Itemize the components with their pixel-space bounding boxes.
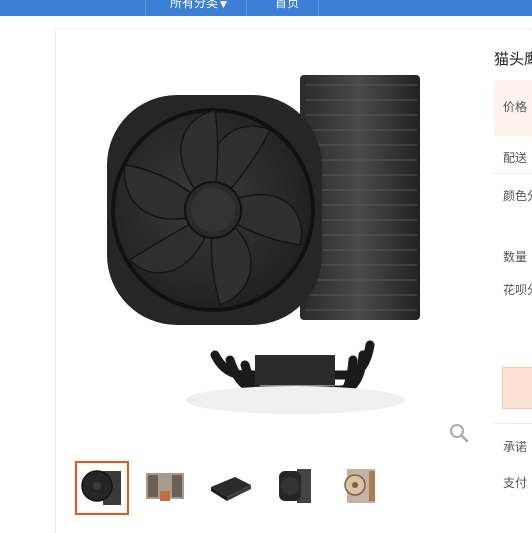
nav-divider [246,0,247,16]
all-categories-menu[interactable]: 所有分类 ▼ [170,0,227,12]
thumbnail-1[interactable] [75,461,129,515]
product-title: 猫头鹰 [494,50,532,68]
zoom-icon[interactable] [449,423,469,443]
thumbnail-2[interactable] [140,461,190,511]
divider [494,423,532,424]
promise-label: 承诺 [503,440,528,454]
thumbnail-image [81,470,121,505]
nav-divider [145,0,146,16]
nav-divider [318,0,319,16]
thumbnail-image [279,469,311,503]
color-label: 颜色分 [503,189,532,203]
thumbnail-image [211,477,251,501]
top-nav-bar: 所有分类 ▼ 首页 [0,0,532,16]
content-top-border [55,28,532,29]
thumbnail-4[interactable] [270,461,320,511]
quantity-label: 数量 [503,250,528,264]
thumbnail-image [146,473,184,501]
chevron-down-icon: ▼ [220,0,227,10]
payment-label: 支付 [503,476,528,490]
home-link[interactable]: 首页 [275,0,299,10]
product-main-image [107,75,420,414]
thumbnail-3[interactable] [205,461,255,511]
all-categories-label: 所有分类 [170,0,219,10]
buy-now-button[interactable] [502,367,532,409]
thumbnail-5[interactable] [335,461,385,511]
divider [494,173,532,174]
installment-label: 花呗分 [503,283,532,297]
thumbnail-image [344,469,375,503]
price-label: 价格 [503,100,528,114]
delivery-label: 配送 [503,151,528,165]
content-left-border [55,30,56,533]
